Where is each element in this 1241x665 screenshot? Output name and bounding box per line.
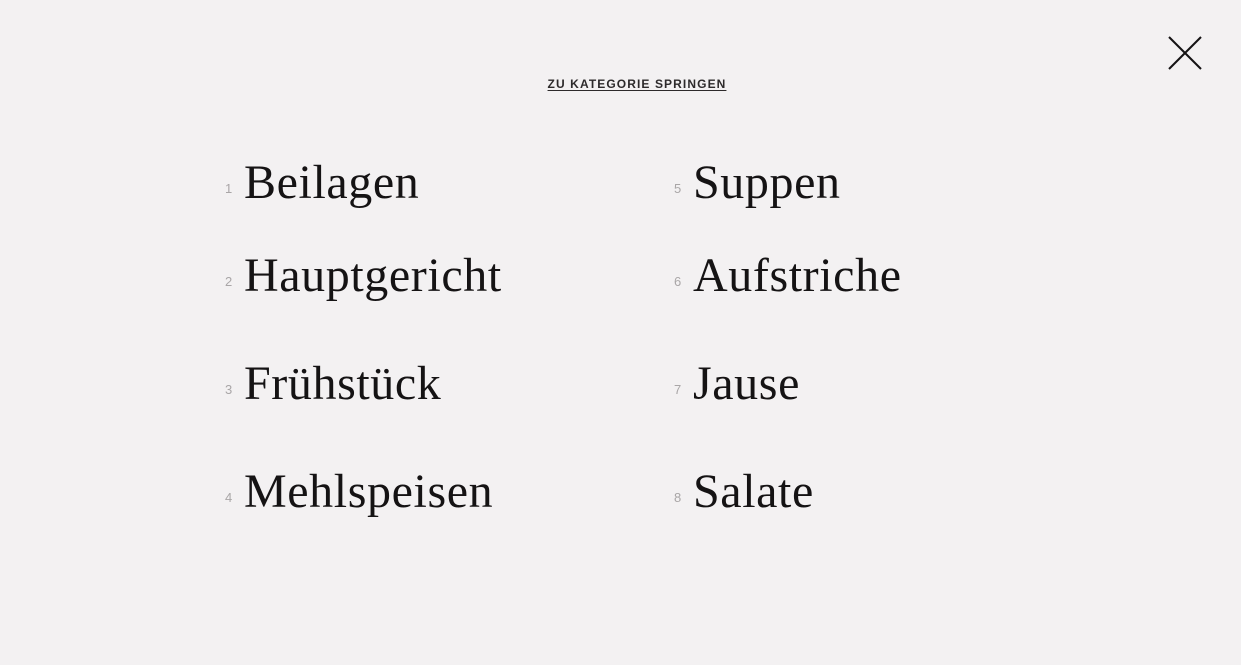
category-number: 5: [674, 181, 682, 196]
category-number: 7: [674, 382, 682, 397]
category-label: Beilagen: [244, 156, 420, 209]
category-number: 3: [225, 382, 233, 397]
category-label: Aufstriche: [693, 249, 902, 302]
jump-to-category-heading: ZU KATEGORIE SPRINGEN: [547, 77, 727, 91]
category-label: Mehlspeisen: [244, 465, 494, 518]
category-link-fruehstueck[interactable]: 3 Frühstück: [225, 356, 605, 416]
category-link-beilagen[interactable]: 1 Beilagen: [225, 155, 605, 215]
category-number: 8: [674, 490, 682, 505]
category-link-suppen[interactable]: 5 Suppen: [674, 155, 1054, 215]
category-label: Hauptgericht: [244, 249, 502, 302]
category-link-salate[interactable]: 8 Salate: [674, 464, 1054, 524]
category-number: 6: [674, 274, 682, 289]
category-label: Jause: [693, 357, 800, 410]
close-icon: [1168, 36, 1202, 70]
category-link-aufstriche[interactable]: 6 Aufstriche: [674, 248, 1054, 308]
category-link-hauptgericht[interactable]: 2 Hauptgericht: [225, 248, 605, 308]
category-number: 2: [225, 274, 233, 289]
category-link-mehlspeisen[interactable]: 4 Mehlspeisen: [225, 464, 605, 524]
category-label: Frühstück: [244, 357, 442, 410]
category-number: 1: [225, 181, 233, 196]
category-number: 4: [225, 490, 233, 505]
category-label: Suppen: [693, 156, 841, 209]
category-link-jause[interactable]: 7 Jause: [674, 356, 1054, 416]
category-label: Salate: [693, 465, 814, 518]
close-button[interactable]: [1165, 33, 1205, 73]
